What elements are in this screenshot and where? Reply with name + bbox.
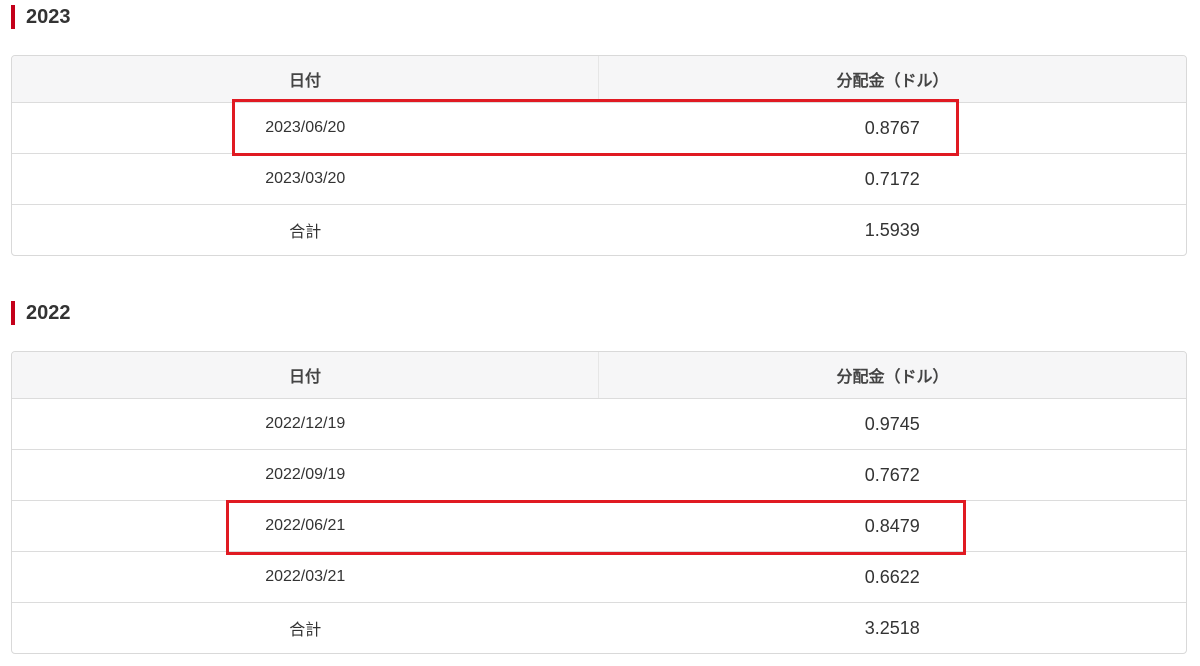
table-header-row: 日付 分配金（ドル）: [12, 352, 1186, 399]
dividend-table: 日付 分配金（ドル） 2022/12/19 0.9745 2022/09/19 …: [11, 351, 1187, 654]
heading-accent-bar: [11, 5, 15, 29]
total-label: 合計: [289, 224, 322, 241]
table-row: 2023/03/20 0.7172: [12, 153, 1186, 205]
amount-cell: 0.7672: [598, 449, 1186, 501]
date-cell: 2022/12/19: [12, 398, 599, 450]
column-header-amount: 分配金（ドル）: [598, 56, 1186, 103]
amount-cell: 0.8479: [598, 500, 1186, 552]
year-heading: 2023: [11, 5, 71, 29]
total-amount: 1.5939: [864, 219, 920, 240]
amount-cell: 0.8767: [598, 102, 1186, 154]
table-row: 2022/12/19 0.9745: [12, 398, 1186, 450]
date-cell: 2023/03/20: [12, 153, 599, 205]
table-header-row: 日付 分配金（ドル）: [12, 56, 1186, 103]
table-row: 2022/09/19 0.7672: [12, 449, 1186, 501]
date-cell: 2022/06/21: [12, 500, 599, 552]
dividend-table: 日付 分配金（ドル） 2023/06/20 0.8767 2023/03/20 …: [11, 55, 1187, 256]
table-row: 2023/06/20 0.8767: [12, 102, 1186, 154]
column-header-amount: 分配金（ドル）: [598, 352, 1186, 399]
total-amount: 3.2518: [864, 617, 920, 638]
year-title: 2022: [26, 302, 71, 324]
date-cell: 2022/09/19: [12, 449, 599, 501]
table-row: 2022/06/21 0.8479: [12, 500, 1186, 552]
column-header-date: 日付: [12, 56, 599, 103]
total-row: 合計 1.5939: [12, 205, 1186, 256]
date-cell: 2023/06/20: [12, 102, 599, 154]
amount-cell: 0.6622: [598, 551, 1186, 603]
table-row: 2022/03/21 0.6622: [12, 551, 1186, 603]
total-row: 合計 3.2518: [12, 603, 1186, 654]
date-cell: 2022/03/21: [12, 551, 599, 603]
amount-cell: 0.9745: [598, 398, 1186, 450]
column-header-date: 日付: [12, 352, 599, 399]
total-label: 合計: [289, 622, 322, 639]
amount-cell: 0.7172: [598, 153, 1186, 205]
heading-accent-bar: [11, 301, 15, 325]
year-heading: 2022: [11, 301, 71, 325]
year-title: 2023: [26, 6, 71, 28]
